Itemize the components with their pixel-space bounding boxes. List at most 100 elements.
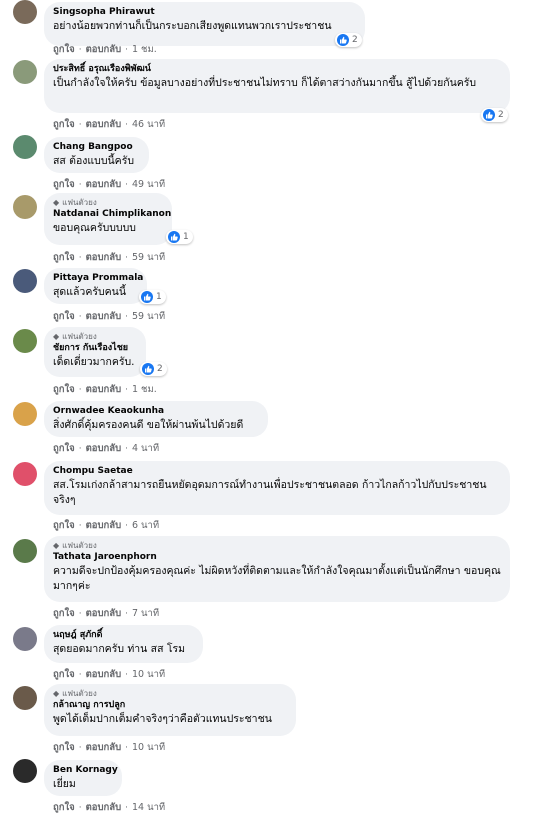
separator: · — [125, 252, 128, 263]
separator: · — [125, 608, 128, 619]
reply-button[interactable]: ตอบกลับ — [86, 441, 122, 456]
comment-text: สิ่งศักดิ์คุ้มครองคนดี ขอให้ผ่านพ้นไปด้ว… — [53, 419, 244, 431]
commenter-name[interactable]: Ornwadee Keaokunha — [53, 405, 259, 418]
like-button[interactable]: ถูกใจ — [53, 117, 75, 132]
commenter-name[interactable]: Chang Bangpoo — [53, 141, 140, 154]
comment-time[interactable]: 46 นาที — [132, 117, 165, 132]
avatar[interactable] — [13, 135, 37, 159]
like-button[interactable]: ถูกใจ — [53, 667, 75, 682]
like-button[interactable]: ถูกใจ — [53, 42, 75, 57]
avatar[interactable] — [13, 269, 37, 293]
comment-bubble: ประสิทธิ์ อรุณเรืองพิพัฒน์ เป็นกำลังใจให… — [44, 59, 510, 113]
diamond-icon: ◆ — [53, 541, 60, 550]
comment-text: สส ต้องแบบนี้ครับ — [53, 155, 135, 167]
separator: · — [78, 802, 82, 813]
like-button[interactable]: ถูกใจ — [53, 606, 75, 621]
thumbs-up-icon — [168, 231, 180, 243]
reply-button[interactable]: ตอบกลับ — [86, 309, 122, 324]
reply-button[interactable]: ตอบกลับ — [86, 518, 122, 533]
avatar[interactable] — [13, 539, 37, 563]
commenter-name[interactable]: กล้าณาญ การปลูก — [53, 699, 287, 712]
commenter-name[interactable]: นฤษฎ์ สุภักดิ์ — [53, 629, 194, 642]
like-button[interactable]: ถูกใจ — [53, 250, 75, 265]
reaction-count[interactable]: 2 — [140, 362, 167, 376]
reply-button[interactable]: ตอบกลับ — [86, 177, 122, 192]
reaction-number: 2 — [498, 110, 504, 120]
reaction-count[interactable]: 2 — [481, 108, 508, 122]
like-button[interactable]: ถูกใจ — [53, 518, 75, 533]
comment-time[interactable]: 4 นาที — [132, 441, 159, 456]
comment-actions: ถูกใจ · ตอบกลับ · 59 นาที — [53, 250, 165, 265]
reply-button[interactable]: ตอบกลับ — [86, 382, 122, 397]
comments-list: Singsopha Phirawut อย่างน้อยพวกท่านก็เป็… — [0, 0, 541, 820]
separator: · — [125, 443, 128, 454]
commenter-name[interactable]: Pittaya Prommala — [53, 272, 143, 285]
commenter-name[interactable]: Chompu Saetae — [53, 465, 501, 478]
comment-time[interactable]: 14 นาที — [132, 800, 165, 815]
comment-time[interactable]: 1 ชม. — [132, 42, 157, 57]
comment-bubble: Singsopha Phirawut อย่างน้อยพวกท่านก็เป็… — [44, 2, 365, 46]
commenter-name[interactable]: ประสิทธิ์ อรุณเรืองพิพัฒน์ — [53, 63, 501, 76]
comment-actions: ถูกใจ · ตอบกลับ · 10 นาที — [53, 667, 165, 682]
commenter-name[interactable]: Ben Kornagy — [53, 764, 118, 777]
reply-button[interactable]: ตอบกลับ — [86, 740, 122, 755]
reaction-count[interactable]: 1 — [166, 230, 193, 244]
commenter-name[interactable]: ชัยการ กันเรืองไชย — [53, 342, 137, 355]
reply-button[interactable]: ตอบกลับ — [86, 606, 122, 621]
avatar[interactable] — [13, 60, 37, 84]
avatar[interactable] — [13, 462, 37, 486]
like-button[interactable]: ถูกใจ — [53, 382, 75, 397]
avatar[interactable] — [13, 627, 37, 651]
like-button[interactable]: ถูกใจ — [53, 441, 75, 456]
comment-time[interactable]: 10 นาที — [132, 740, 165, 755]
comment-actions: ถูกใจ · ตอบกลับ · 4 นาที — [53, 441, 159, 456]
like-button[interactable]: ถูกใจ — [53, 800, 75, 815]
commenter-name[interactable]: Tathata Jaroenphorn — [53, 551, 501, 564]
fan-badge: ◆ แฟนตัวยง — [53, 688, 287, 699]
comment-actions: ถูกใจ · ตอบกลับ · 7 นาที — [53, 606, 159, 621]
avatar[interactable] — [13, 759, 37, 783]
comment-time[interactable]: 6 นาที — [132, 518, 159, 533]
separator: · — [78, 443, 82, 454]
separator: · — [78, 44, 82, 55]
reply-button[interactable]: ตอบกลับ — [86, 250, 122, 265]
comment-bubble: Chompu Saetae สส.โรมเก่งกล้าสามารถยืนหยั… — [44, 461, 510, 515]
reaction-count[interactable]: 2 — [335, 33, 362, 47]
diamond-icon: ◆ — [53, 689, 60, 698]
separator: · — [125, 179, 128, 190]
reaction-count[interactable]: 1 — [139, 290, 166, 304]
avatar[interactable] — [13, 329, 37, 353]
reaction-number: 1 — [156, 292, 162, 302]
reply-button[interactable]: ตอบกลับ — [86, 800, 122, 815]
like-button[interactable]: ถูกใจ — [53, 309, 75, 324]
separator: · — [78, 384, 82, 395]
reaction-number: 2 — [157, 364, 163, 374]
fan-badge-label: แฟนตัวยง — [62, 332, 97, 341]
comment-time[interactable]: 1 ชม. — [132, 382, 157, 397]
commenter-name[interactable]: Natdanai Chimplikanon — [53, 208, 171, 221]
comment-time[interactable]: 7 นาที — [132, 606, 159, 621]
avatar[interactable] — [13, 0, 37, 24]
comment-text: เยี่ยม — [53, 778, 76, 790]
comment-text: ความดีจะปกป้องคุ้มครองคุณค่ะ ไม่ผิดหวังท… — [53, 565, 501, 592]
thumbs-up-icon — [337, 34, 349, 46]
reply-button[interactable]: ตอบกลับ — [86, 117, 122, 132]
avatar[interactable] — [13, 195, 37, 219]
like-button[interactable]: ถูกใจ — [53, 177, 75, 192]
commenter-name[interactable]: Singsopha Phirawut — [53, 6, 356, 19]
reaction-number: 2 — [352, 35, 358, 45]
reply-button[interactable]: ตอบกลับ — [86, 667, 122, 682]
avatar[interactable] — [13, 686, 37, 710]
avatar[interactable] — [13, 402, 37, 426]
diamond-icon: ◆ — [53, 198, 60, 207]
diamond-icon: ◆ — [53, 332, 60, 341]
comment-time[interactable]: 59 นาที — [132, 309, 165, 324]
separator: · — [125, 520, 128, 531]
comment-time[interactable]: 49 นาที — [132, 177, 165, 192]
comment-time[interactable]: 59 นาที — [132, 250, 165, 265]
separator: · — [125, 44, 128, 55]
reply-button[interactable]: ตอบกลับ — [86, 42, 122, 57]
separator: · — [78, 520, 82, 531]
comment-time[interactable]: 10 นาที — [132, 667, 165, 682]
like-button[interactable]: ถูกใจ — [53, 740, 75, 755]
